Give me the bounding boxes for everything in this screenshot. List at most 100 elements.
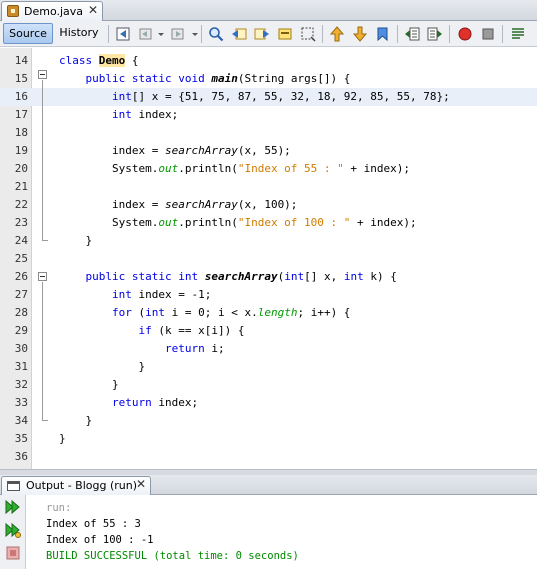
code-text[interactable]: } (59, 358, 145, 376)
code-text[interactable]: System.out.println("Index of 100 : " + i… (59, 214, 417, 232)
history-view-button[interactable]: History (56, 23, 102, 44)
code-line[interactable]: 29 if (k == x[i]) { (0, 322, 537, 340)
code-token: + index); (343, 162, 411, 175)
code-text[interactable]: System.out.println("Index of 55 : " + in… (59, 160, 410, 178)
code-text[interactable]: } (59, 412, 92, 430)
code-token: return (111, 396, 152, 409)
code-line[interactable]: 22 index = searchArray(x, 100); (0, 196, 537, 214)
previous-bookmark-icon[interactable] (329, 26, 345, 42)
next-bookmark-icon[interactable] (352, 26, 368, 42)
forward-dropdown-icon[interactable] (187, 26, 198, 42)
code-text[interactable]: class Demo { (59, 52, 139, 70)
rerun-icon[interactable] (5, 499, 21, 515)
code-line[interactable]: 32 } (0, 376, 537, 394)
code-line[interactable]: 34 } (0, 412, 537, 430)
find-previous-icon[interactable] (231, 26, 247, 42)
code-line[interactable]: 26 public static int searchArray(int[] x… (0, 268, 537, 286)
code-line[interactable]: 14 class Demo { (0, 52, 537, 70)
shift-left-icon[interactable] (404, 26, 420, 42)
code-text[interactable]: public static int searchArray(int[] x, i… (59, 268, 397, 286)
code-editor[interactable]: 14 class Demo {15 public static void main… (0, 48, 537, 469)
code-line[interactable]: 33 return index; (0, 394, 537, 412)
start-macro-icon[interactable] (457, 26, 473, 42)
toolbar-separator (449, 25, 450, 43)
shift-right-icon[interactable] (427, 26, 443, 42)
stop-macro-icon[interactable] (480, 26, 496, 42)
find-icon[interactable] (208, 26, 224, 42)
code-line[interactable]: 21 (0, 178, 537, 196)
code-text[interactable]: for (int i = 0; i < x.length; i++) { (59, 304, 350, 322)
fold-end-marker (42, 240, 48, 241)
code-line[interactable]: 15 public static void main(String args[]… (0, 70, 537, 88)
code-line[interactable]: 28 for (int i = 0; i < x.length; i++) { (0, 304, 537, 322)
code-line[interactable]: 20 System.out.println("Index of 55 : " +… (0, 160, 537, 178)
line-number: 29 (14, 324, 28, 337)
code-line[interactable]: 25 (0, 250, 537, 268)
code-token: (k == x[i]) { (151, 324, 245, 337)
code-line[interactable]: 30 return i; (0, 340, 537, 358)
find-next-icon[interactable] (254, 26, 270, 42)
code-token: int (111, 288, 132, 301)
toggle-rectangular-selection-icon[interactable] (300, 26, 316, 42)
code-text[interactable]: int[] x = {51, 75, 87, 55, 32, 18, 92, 8… (59, 88, 450, 106)
code-token: .println( (178, 216, 238, 229)
code-token: "Index of 100 : " (237, 216, 351, 229)
last-edit-icon[interactable] (115, 26, 131, 42)
code-line[interactable]: 17 int index; (0, 106, 537, 124)
code-line[interactable]: 16 int[] x = {51, 75, 87, 55, 32, 18, 92… (0, 88, 537, 106)
code-text[interactable]: index = searchArray(x, 55); (59, 142, 291, 160)
close-output-icon[interactable]: ✕ (136, 477, 146, 491)
code-token: searchArray (204, 270, 278, 283)
code-line[interactable]: 23 System.out.println("Index of 100 : " … (0, 214, 537, 232)
code-token: + index); (350, 216, 417, 229)
comment-icon[interactable] (510, 26, 526, 42)
code-token: Demo (98, 54, 126, 67)
code-text[interactable]: } (59, 430, 66, 448)
code-token: } (59, 234, 93, 247)
toolbar-separator (502, 25, 503, 43)
fold-toggle-searcharray[interactable] (38, 272, 47, 281)
code-text[interactable]: return i; (59, 340, 225, 358)
code-line[interactable]: 31 } (0, 358, 537, 376)
forward-icon[interactable] (170, 26, 186, 42)
source-view-button[interactable]: Source (3, 23, 53, 44)
code-line[interactable]: 24 } (0, 232, 537, 250)
code-text[interactable]: } (59, 232, 92, 250)
code-text[interactable]: public static void main(String args[]) { (59, 70, 351, 88)
code-line[interactable]: 27 int index = -1; (0, 286, 537, 304)
code-line[interactable]: 19 index = searchArray(x, 55); (0, 142, 537, 160)
code-token: .println( (178, 162, 238, 175)
toggle-bookmark-icon[interactable] (375, 26, 391, 42)
back-icon[interactable] (138, 26, 154, 42)
code-text[interactable]: return index; (59, 394, 198, 412)
code-token: if (138, 324, 152, 337)
code-line[interactable]: 36 (0, 448, 537, 466)
rerun-with-options-icon[interactable] (5, 522, 21, 538)
code-line[interactable]: 18 (0, 124, 537, 142)
code-text[interactable]: if (k == x[i]) { (59, 322, 244, 340)
code-text[interactable]: int index = -1; (59, 286, 211, 304)
code-line[interactable]: 35} (0, 430, 537, 448)
back-dropdown-icon[interactable] (153, 26, 164, 42)
output-side-toolbar (0, 495, 26, 569)
stop-icon[interactable] (5, 545, 21, 561)
code-text[interactable]: int index; (59, 106, 178, 124)
output-tab-bar: Output - Blogg (run) ✕ (0, 475, 537, 495)
editor-tab-demo-java[interactable]: Demo.java ✕ (1, 1, 103, 21)
code-token: ; i++) { (297, 306, 351, 319)
code-token: { (125, 54, 139, 67)
output-console[interactable]: run: Index of 55 : 3 Index of 100 : -1 BUIL… (46, 500, 526, 564)
code-text[interactable]: index = searchArray(x, 100); (59, 196, 297, 214)
close-tab-icon[interactable]: ✕ (88, 3, 98, 17)
toggle-highlight-icon[interactable] (277, 26, 293, 42)
line-number: 32 (14, 378, 28, 391)
toolbar-separator (322, 25, 323, 43)
code-text[interactable]: } (59, 376, 119, 394)
output-tab[interactable]: Output - Blogg (run) ✕ (1, 476, 151, 495)
fold-toggle-main[interactable] (38, 70, 47, 79)
